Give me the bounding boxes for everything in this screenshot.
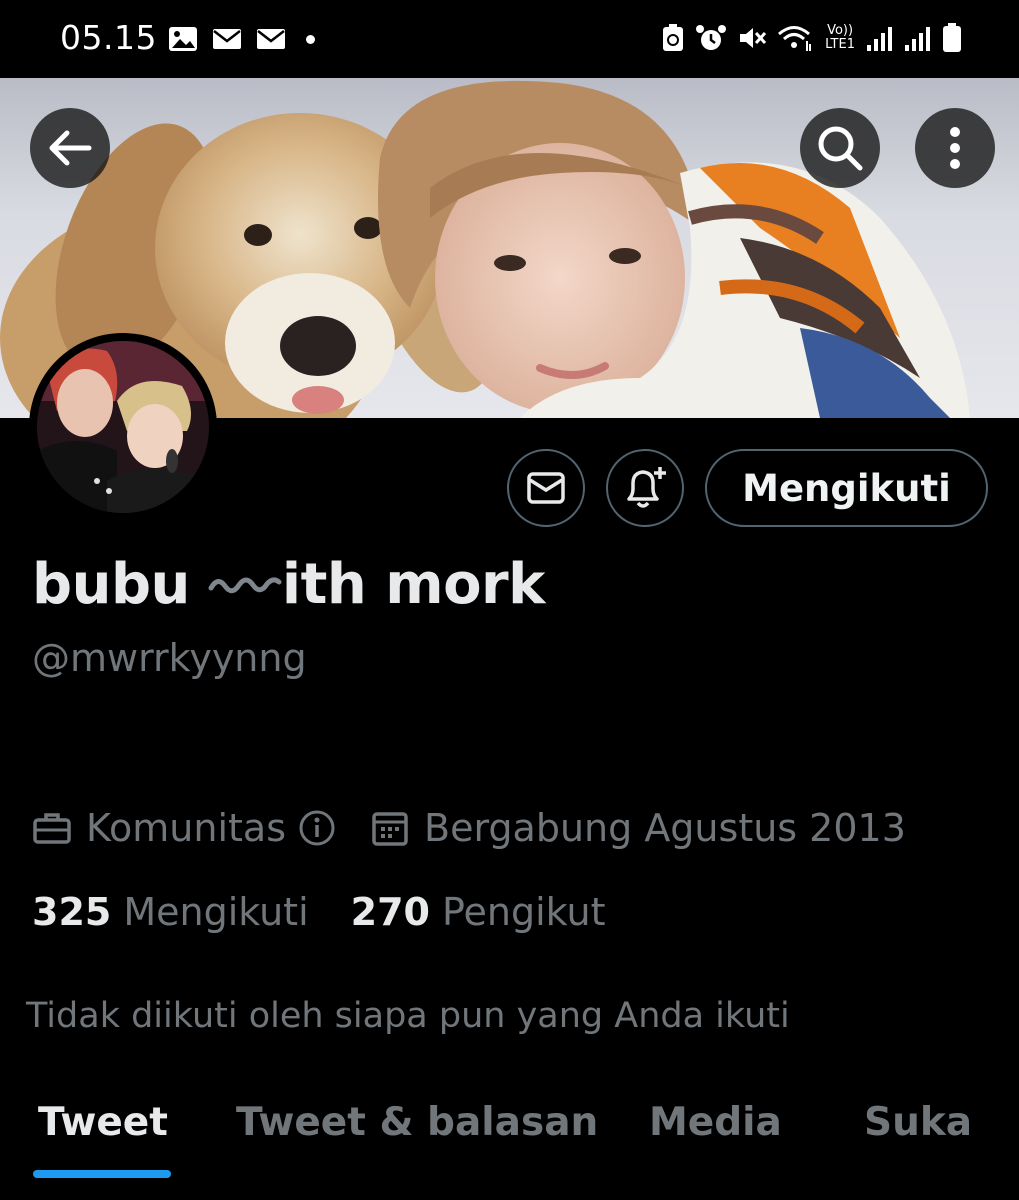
status-bar: 05.15 Vo)) LTE1 — [0, 0, 1019, 78]
search-button[interactable] — [800, 108, 880, 188]
follow-stats: 325 Mengikuti 270 Pengikut — [32, 890, 606, 934]
signal-icon-2 — [905, 27, 930, 51]
battery-icon — [943, 23, 961, 52]
more-notifications-dot — [306, 34, 315, 44]
tab-tweet-replies[interactable]: Tweet & balasan — [236, 1100, 598, 1145]
mail-icon-2 — [257, 29, 285, 49]
following-stat[interactable]: 325 Mengikuti — [32, 890, 309, 934]
status-time: 05.15 — [60, 18, 157, 57]
active-tab-indicator — [33, 1170, 171, 1178]
profile-meta: Komunitas Bergabung Agustus 2013 — [32, 806, 906, 850]
search-icon — [818, 126, 863, 171]
avatar-photo — [37, 341, 209, 513]
joined-date: Bergabung Agustus 2013 — [370, 806, 906, 850]
mutual-followers-text: Tidak diikuti oleh siapa pun yang Anda i… — [26, 996, 790, 1036]
status-notification-icons — [168, 26, 315, 52]
display-name: bubu ith mork — [32, 552, 545, 617]
followers-count: 270 — [350, 890, 430, 934]
followers-label: Pengikut — [441, 890, 606, 934]
tab-likes[interactable]: Suka — [864, 1100, 972, 1145]
display-name-prefix: bubu — [32, 552, 190, 617]
wavy-dash-icon — [208, 576, 282, 593]
info-icon[interactable] — [298, 809, 336, 847]
tab-media[interactable]: Media — [649, 1100, 782, 1145]
alarm-icon — [696, 25, 727, 50]
battery-saver-icon — [663, 24, 684, 51]
profile-tabs: Tweet Tweet & balasan Media Suka — [0, 1090, 1019, 1200]
arrow-left-icon — [49, 130, 92, 166]
gallery-icon — [169, 27, 197, 51]
lte-indicator: Vo)) LTE1 — [825, 23, 855, 52]
display-name-suffix: ith mork — [281, 552, 546, 617]
status-system-icons: Vo)) LTE1 — [661, 22, 963, 54]
notifications-button[interactable] — [606, 449, 684, 527]
envelope-icon — [527, 472, 565, 504]
tab-tweet[interactable]: Tweet — [38, 1100, 168, 1145]
signal-icon — [867, 27, 892, 51]
mute-icon — [740, 28, 767, 48]
following-label: Mengikuti — [123, 890, 309, 934]
more-vertical-icon — [950, 127, 960, 169]
mail-icon — [213, 29, 241, 49]
bell-plus-icon — [627, 467, 666, 508]
calendar-icon — [372, 812, 408, 846]
category-label: Komunitas — [86, 806, 287, 850]
following-button[interactable]: Mengikuti — [705, 449, 988, 527]
followers-stat[interactable]: 270 Pengikut — [351, 890, 606, 934]
message-button[interactable] — [507, 449, 585, 527]
avatar-image — [37, 341, 209, 513]
following-count: 325 — [32, 890, 112, 934]
handle: @mwrrkyynng — [32, 636, 307, 680]
briefcase-icon — [33, 813, 71, 844]
more-options-button[interactable] — [915, 108, 995, 188]
wifi-icon — [778, 26, 812, 51]
back-button[interactable] — [30, 108, 110, 188]
avatar[interactable] — [29, 333, 217, 521]
joined-text: Bergabung Agustus 2013 — [424, 806, 906, 850]
